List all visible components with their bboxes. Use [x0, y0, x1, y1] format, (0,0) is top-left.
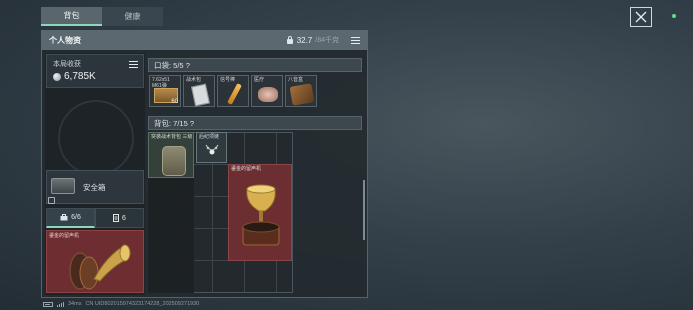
pocket-slot-5[interactable]: 八音盒	[285, 75, 317, 107]
bag-item-tactical-backpack[interactable]: 突袭战术背包 三级	[148, 132, 194, 178]
list-icon[interactable]	[351, 36, 360, 44]
backpack-help-icon[interactable]: ?	[190, 119, 194, 128]
scrollbar[interactable]	[363, 180, 365, 240]
earnings-value: 6,785K	[53, 71, 96, 82]
counter-briefcase[interactable]: 6/6	[46, 208, 95, 228]
weight-indicator: 32.7/84千克	[286, 35, 339, 45]
bag-item-necklace[interactable]: 后纪项链	[196, 132, 227, 163]
music-box-icon	[289, 83, 315, 106]
earnings-label: 本局收获	[53, 61, 81, 68]
close-icon	[635, 11, 647, 23]
document-icon	[113, 214, 120, 222]
signal-icon	[57, 301, 64, 307]
status-bar: 34ms CN UID802015974323174228_2025092719…	[43, 301, 199, 307]
medical-icon	[258, 87, 278, 102]
container-counters: 6/6 6	[46, 208, 144, 228]
safe-box-label: 安全箱	[83, 183, 106, 192]
status-indicator	[672, 14, 676, 18]
tactical-backpack-icon	[162, 146, 186, 176]
briefcase-icon	[60, 214, 68, 221]
weight-current: 32.7	[296, 35, 313, 45]
build-id: CN UID802015974323174228_202509271930	[85, 301, 200, 307]
weight-icon	[286, 36, 293, 44]
panel-title: 个人物资	[49, 35, 81, 45]
pocket-help-icon[interactable]: ?	[186, 61, 190, 70]
close-button[interactable]	[630, 7, 652, 27]
pouch-icon	[191, 83, 210, 107]
safe-item-name: 鎏金的留声机	[49, 233, 80, 239]
pocket-slot-4[interactable]: 医疗	[251, 75, 283, 107]
main-tabs: 背包 健康	[41, 7, 163, 26]
tab-health[interactable]: 健康	[102, 7, 163, 26]
counter-document[interactable]: 6	[95, 208, 144, 228]
coin-icon	[53, 72, 61, 81]
safe-box-icon	[51, 178, 75, 194]
flare-stick-icon	[227, 83, 242, 105]
pocket-slot-2[interactable]: 战术包	[183, 75, 215, 107]
tab-backpack[interactable]: 背包	[41, 7, 102, 26]
pocket-slot-3[interactable]: 信号棒	[217, 75, 249, 107]
pocket-header: 口袋: 5/5 ?	[148, 58, 362, 72]
gramophone-icon	[69, 244, 131, 290]
lock-icon	[48, 197, 55, 204]
weight-capacity: /84千克	[315, 37, 339, 44]
battery-icon	[43, 301, 53, 307]
ping-value: 34ms	[68, 301, 82, 307]
panel-header: 个人物资 32.7/84千克	[41, 30, 368, 50]
pocket-slot-1[interactable]: 7.62x51 M61弹 60	[149, 75, 181, 107]
emblem-watermark	[58, 100, 134, 176]
earnings-list-icon[interactable]	[129, 61, 138, 68]
necklace-icon	[205, 144, 219, 155]
gramophone-icon	[242, 184, 280, 246]
bag-item-gramophone[interactable]: 鎏金的留声机	[228, 164, 292, 261]
backpack-header: 背包: 7/15 ?	[148, 116, 362, 130]
